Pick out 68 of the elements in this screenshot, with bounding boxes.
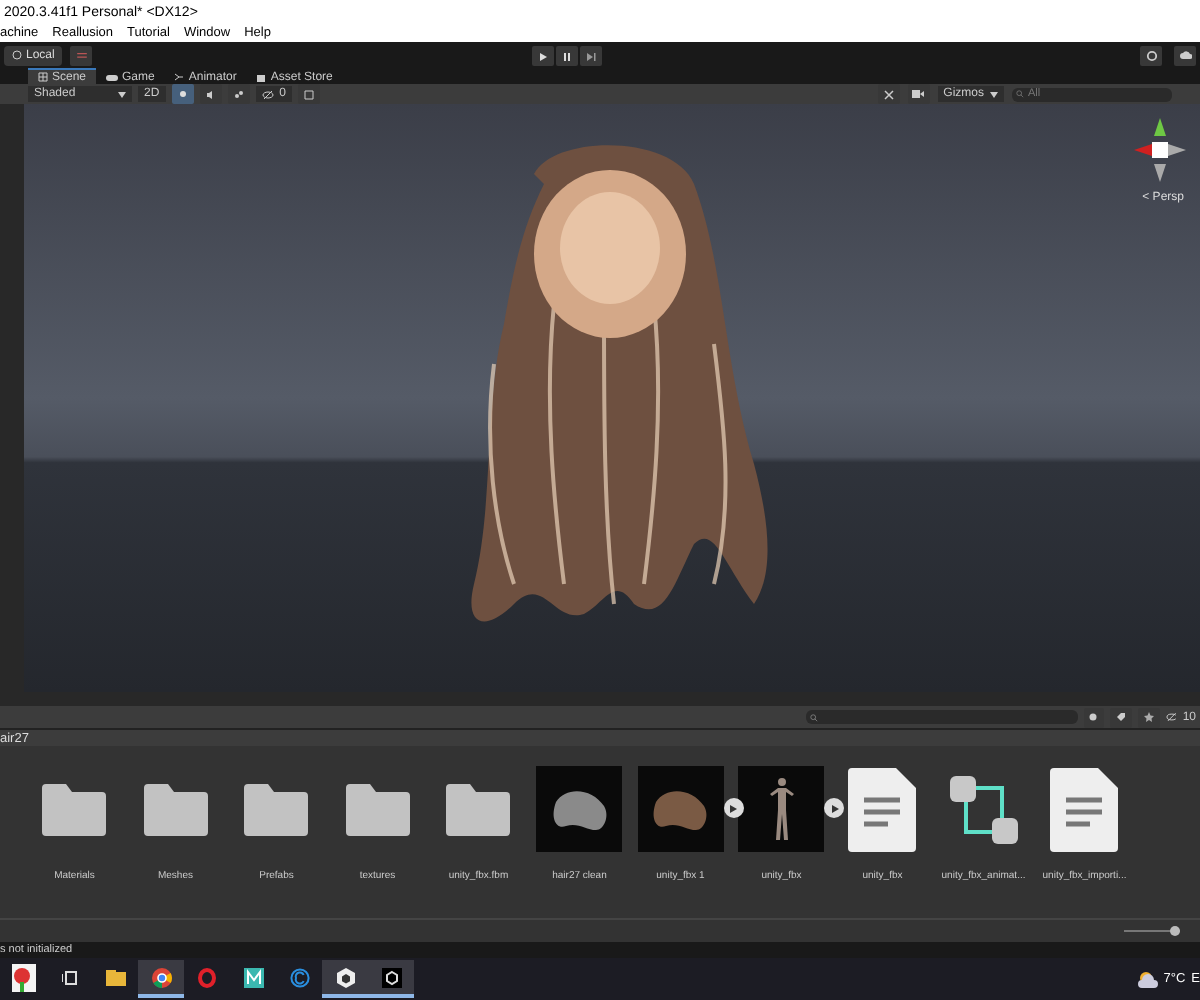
favorite-button[interactable] <box>1137 707 1159 727</box>
gamepad-icon <box>106 73 119 81</box>
weather-icon <box>1137 970 1158 988</box>
browser-icon <box>151 967 171 987</box>
cloud-button[interactable] <box>1174 45 1196 65</box>
model-thumbnail[interactable] <box>637 766 724 852</box>
search-icon <box>1016 90 1024 98</box>
eye-slash-icon <box>1165 712 1177 722</box>
state-machine-icon <box>947 773 1020 845</box>
pause-button[interactable] <box>556 46 578 66</box>
effects-icon <box>233 89 244 99</box>
taskbar-app[interactable] <box>322 960 368 998</box>
hair-mesh-icon <box>650 785 711 833</box>
slider-thumb[interactable] <box>1169 926 1180 936</box>
camera-icon <box>912 90 925 98</box>
settings-button[interactable] <box>1140 45 1162 65</box>
axis-gizmo-icon <box>1132 116 1188 184</box>
play-icon <box>728 803 738 813</box>
expand-button[interactable] <box>824 798 844 818</box>
c-logo-icon <box>289 967 309 987</box>
step-icon <box>586 51 596 61</box>
taskbar-app[interactable] <box>368 960 414 998</box>
pause-icon <box>562 51 572 61</box>
play-icon <box>538 51 548 61</box>
filter-button[interactable] <box>1083 707 1105 727</box>
m-logo-icon <box>243 967 263 987</box>
tools-button[interactable] <box>298 84 321 104</box>
collab-button[interactable] <box>70 45 93 65</box>
play-icon <box>829 803 839 813</box>
folder-icon <box>40 781 109 837</box>
model-thumbnail[interactable] <box>536 766 623 852</box>
grid-icon <box>304 89 315 99</box>
folder-icon <box>141 781 210 837</box>
flower-icon <box>11 963 35 991</box>
document-icon <box>1050 767 1119 851</box>
figure-icon <box>767 775 796 843</box>
ring-icon <box>198 967 216 987</box>
speaker-icon <box>205 89 216 99</box>
caret-icon <box>990 91 998 97</box>
label-button[interactable] <box>1110 707 1132 727</box>
layers-icon <box>75 49 88 61</box>
folder-icon <box>105 969 125 985</box>
camera-button[interactable] <box>907 84 930 104</box>
bulb-icon <box>177 89 188 99</box>
audio-button[interactable] <box>199 84 222 104</box>
cube-icon <box>381 967 401 987</box>
model-thumbnail[interactable] <box>738 766 825 852</box>
search-field[interactable] <box>805 710 1078 724</box>
eye-slash-icon <box>261 89 274 99</box>
star-icon <box>1143 712 1154 722</box>
search-icon <box>809 713 818 721</box>
tag-icon <box>1116 712 1127 722</box>
folder-icon <box>444 781 513 837</box>
folder-icon <box>242 781 311 837</box>
task-view-icon <box>61 969 77 985</box>
cube-icon <box>335 967 355 987</box>
hair-mesh-icon <box>549 785 610 833</box>
caret-icon <box>118 91 126 97</box>
graph-icon <box>174 72 185 82</box>
document-icon <box>848 767 917 851</box>
step-button[interactable] <box>580 46 602 66</box>
play-button[interactable] <box>532 46 554 66</box>
grid-icon <box>38 72 48 82</box>
tools-button[interactable] <box>877 84 900 104</box>
folder-icon <box>343 781 412 837</box>
taskbar-app[interactable] <box>138 960 184 998</box>
lighting-button[interactable] <box>171 84 194 104</box>
effects-button[interactable] <box>227 84 250 104</box>
